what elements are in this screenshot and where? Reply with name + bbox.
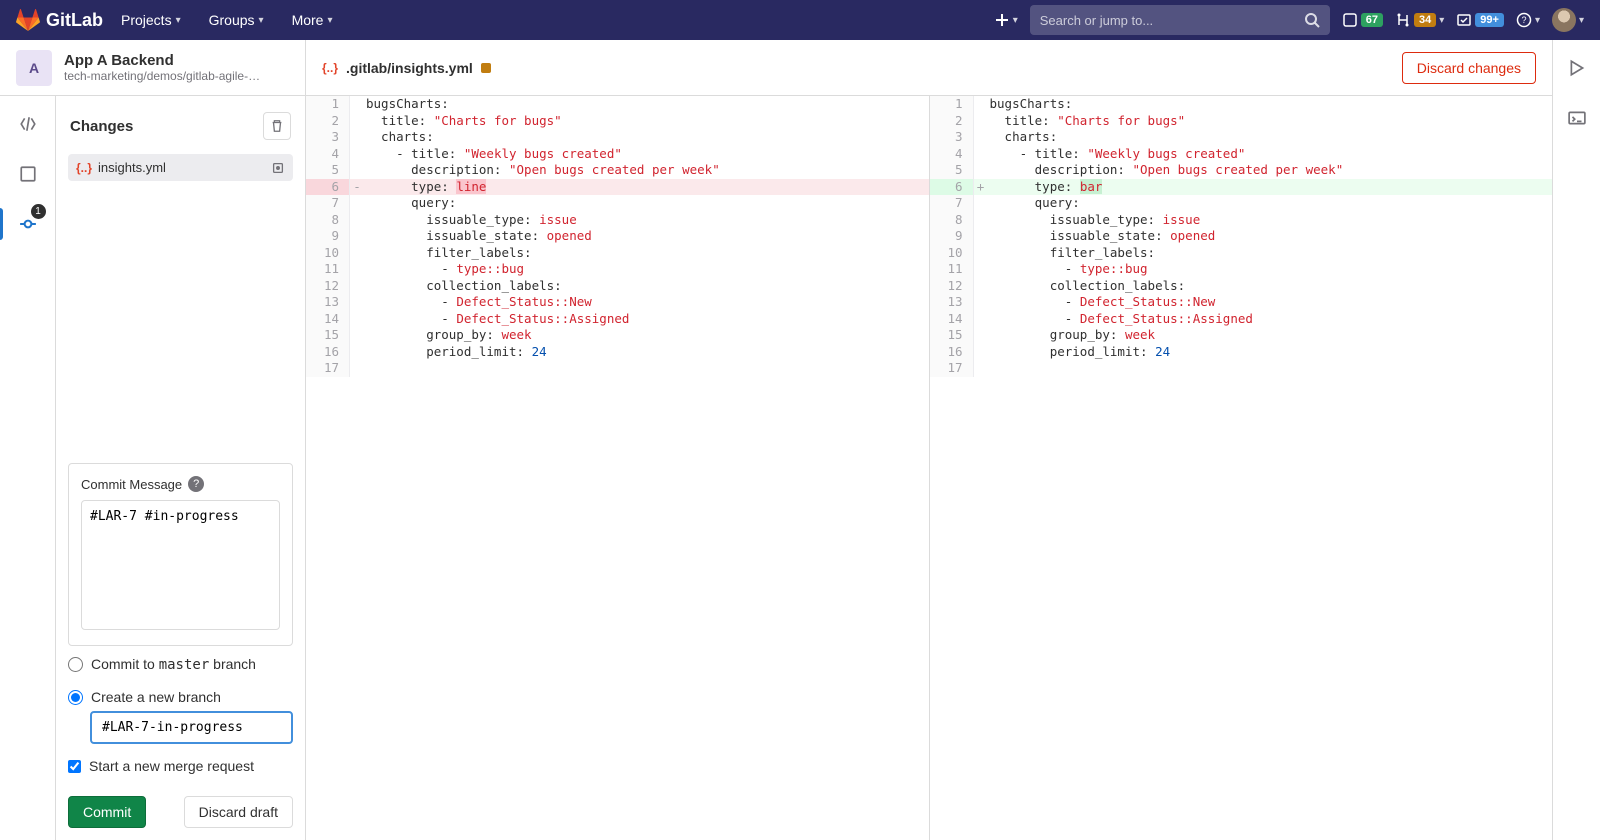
code-line[interactable]: 16 period_limit: 24	[930, 344, 1553, 361]
search-input[interactable]	[1040, 13, 1304, 28]
code-line[interactable]: 3 charts:	[930, 129, 1553, 146]
code-line[interactable]: 16 period_limit: 24	[306, 344, 929, 361]
project-header: A App A Backend tech-marketing/demos/git…	[0, 40, 305, 96]
code-line[interactable]: 1bugsCharts:	[306, 96, 929, 113]
code-line[interactable]: 7 query:	[306, 195, 929, 212]
commit-message-label: Commit Message	[81, 477, 182, 492]
code-line[interactable]: 14 - Defect_Status::Assigned	[930, 311, 1553, 328]
commit-count-badge: 1	[31, 204, 46, 219]
code-line[interactable]: 13 - Defect_Status::New	[306, 294, 929, 311]
rail-commit-icon[interactable]: 1	[12, 208, 44, 240]
code-line[interactable]: 5 description: "Open bugs created per we…	[930, 162, 1553, 179]
avatar	[1552, 8, 1576, 32]
right-rail	[1552, 40, 1600, 840]
code-line[interactable]: 10 filter_labels:	[930, 245, 1553, 262]
user-menu[interactable]: ▾	[1552, 8, 1584, 32]
project-path: tech-marketing/demos/gitlab-agile-demo/l…	[64, 69, 264, 83]
project-name: App A Backend	[64, 52, 264, 69]
discard-draft-button[interactable]: Discard draft	[184, 796, 293, 828]
commit-button[interactable]: Commit	[68, 796, 146, 828]
terminal-icon[interactable]	[1561, 102, 1593, 134]
file-name: insights.yml	[98, 160, 265, 175]
code-line[interactable]: 17	[930, 360, 1553, 377]
rail-edit-icon[interactable]	[12, 108, 44, 140]
code-line[interactable]: 6- type: line	[306, 179, 929, 196]
code-line[interactable]: 4 - title: "Weekly bugs created"	[930, 146, 1553, 163]
new-menu[interactable]: ▾	[994, 12, 1018, 28]
file-path: .gitlab/insights.yml	[346, 60, 473, 76]
code-line[interactable]: 6+ type: bar	[930, 179, 1553, 196]
nav-more[interactable]: More▾	[282, 6, 343, 34]
changed-file-item[interactable]: {..} insights.yml	[68, 154, 293, 181]
search-icon	[1304, 12, 1320, 28]
commit-to-master-option[interactable]: Commit to master branch	[68, 656, 293, 673]
help-menu[interactable]: ?▾	[1516, 12, 1540, 28]
code-line[interactable]: 12 collection_labels:	[306, 278, 929, 295]
code-line[interactable]: 2 title: "Charts for bugs"	[306, 113, 929, 130]
brand-name: GitLab	[46, 10, 103, 31]
issues-counter[interactable]: 67	[1342, 12, 1383, 28]
project-avatar: A	[16, 50, 52, 86]
gitlab-logo[interactable]: GitLab	[16, 8, 103, 32]
commit-message-input[interactable]	[81, 500, 280, 630]
diff-view[interactable]: 1bugsCharts:2 title: "Charts for bugs"3 …	[306, 96, 1552, 840]
svg-text:?: ?	[1521, 15, 1526, 25]
topbar: GitLab Projects▾ Groups▾ More▾ ▾ 67 34▾ …	[0, 0, 1600, 40]
code-line[interactable]: 15 group_by: week	[306, 327, 929, 344]
nav-groups[interactable]: Groups▾	[199, 6, 274, 34]
code-line[interactable]: 5 description: "Open bugs created per we…	[306, 162, 929, 179]
yaml-file-icon: {..}	[76, 161, 92, 175]
yaml-file-icon: {..}	[322, 61, 338, 75]
code-line[interactable]: 8 issuable_type: issue	[306, 212, 929, 229]
discard-changes-button[interactable]: Discard changes	[1402, 52, 1536, 84]
modified-indicator	[481, 63, 491, 73]
diff-pane-left: 1bugsCharts:2 title: "Charts for bugs"3 …	[306, 96, 930, 840]
todos-counter[interactable]: 99+	[1456, 12, 1504, 28]
pipeline-icon[interactable]	[1561, 52, 1593, 84]
rail-review-icon[interactable]	[12, 158, 44, 190]
code-line[interactable]: 14 - Defect_Status::Assigned	[306, 311, 929, 328]
changes-title: Changes	[70, 118, 133, 135]
code-line[interactable]: 9 issuable_state: opened	[306, 228, 929, 245]
code-line[interactable]: 2 title: "Charts for bugs"	[930, 113, 1553, 130]
merge-requests-counter[interactable]: 34▾	[1395, 12, 1444, 28]
ide-sidebar-rail: 1	[0, 96, 56, 840]
diff-pane-right: 1bugsCharts:2 title: "Charts for bugs"3 …	[930, 96, 1553, 840]
code-line[interactable]: 8 issuable_type: issue	[930, 212, 1553, 229]
code-line[interactable]: 1bugsCharts:	[930, 96, 1553, 113]
help-icon[interactable]: ?	[188, 476, 204, 492]
code-line[interactable]: 13 - Defect_Status::New	[930, 294, 1553, 311]
code-line[interactable]: 9 issuable_state: opened	[930, 228, 1553, 245]
code-line[interactable]: 11 - type::bug	[930, 261, 1553, 278]
start-mr-option[interactable]: Start a new merge request	[68, 758, 293, 774]
new-branch-name-input[interactable]	[90, 711, 293, 744]
discard-all-button[interactable]	[263, 112, 291, 140]
code-line[interactable]: 7 query:	[930, 195, 1553, 212]
code-line[interactable]: 3 charts:	[306, 129, 929, 146]
nav-projects[interactable]: Projects▾	[111, 6, 191, 34]
commit-message-box: Commit Message ?	[68, 463, 293, 646]
code-line[interactable]: 4 - title: "Weekly bugs created"	[306, 146, 929, 163]
code-line[interactable]: 11 - type::bug	[306, 261, 929, 278]
code-line[interactable]: 12 collection_labels:	[930, 278, 1553, 295]
code-line[interactable]: 15 group_by: week	[930, 327, 1553, 344]
code-line[interactable]: 17	[306, 360, 929, 377]
global-search[interactable]	[1030, 5, 1330, 35]
open-file-icon	[271, 161, 285, 175]
create-new-branch-option[interactable]: Create a new branch	[68, 689, 293, 705]
code-line[interactable]: 10 filter_labels:	[306, 245, 929, 262]
